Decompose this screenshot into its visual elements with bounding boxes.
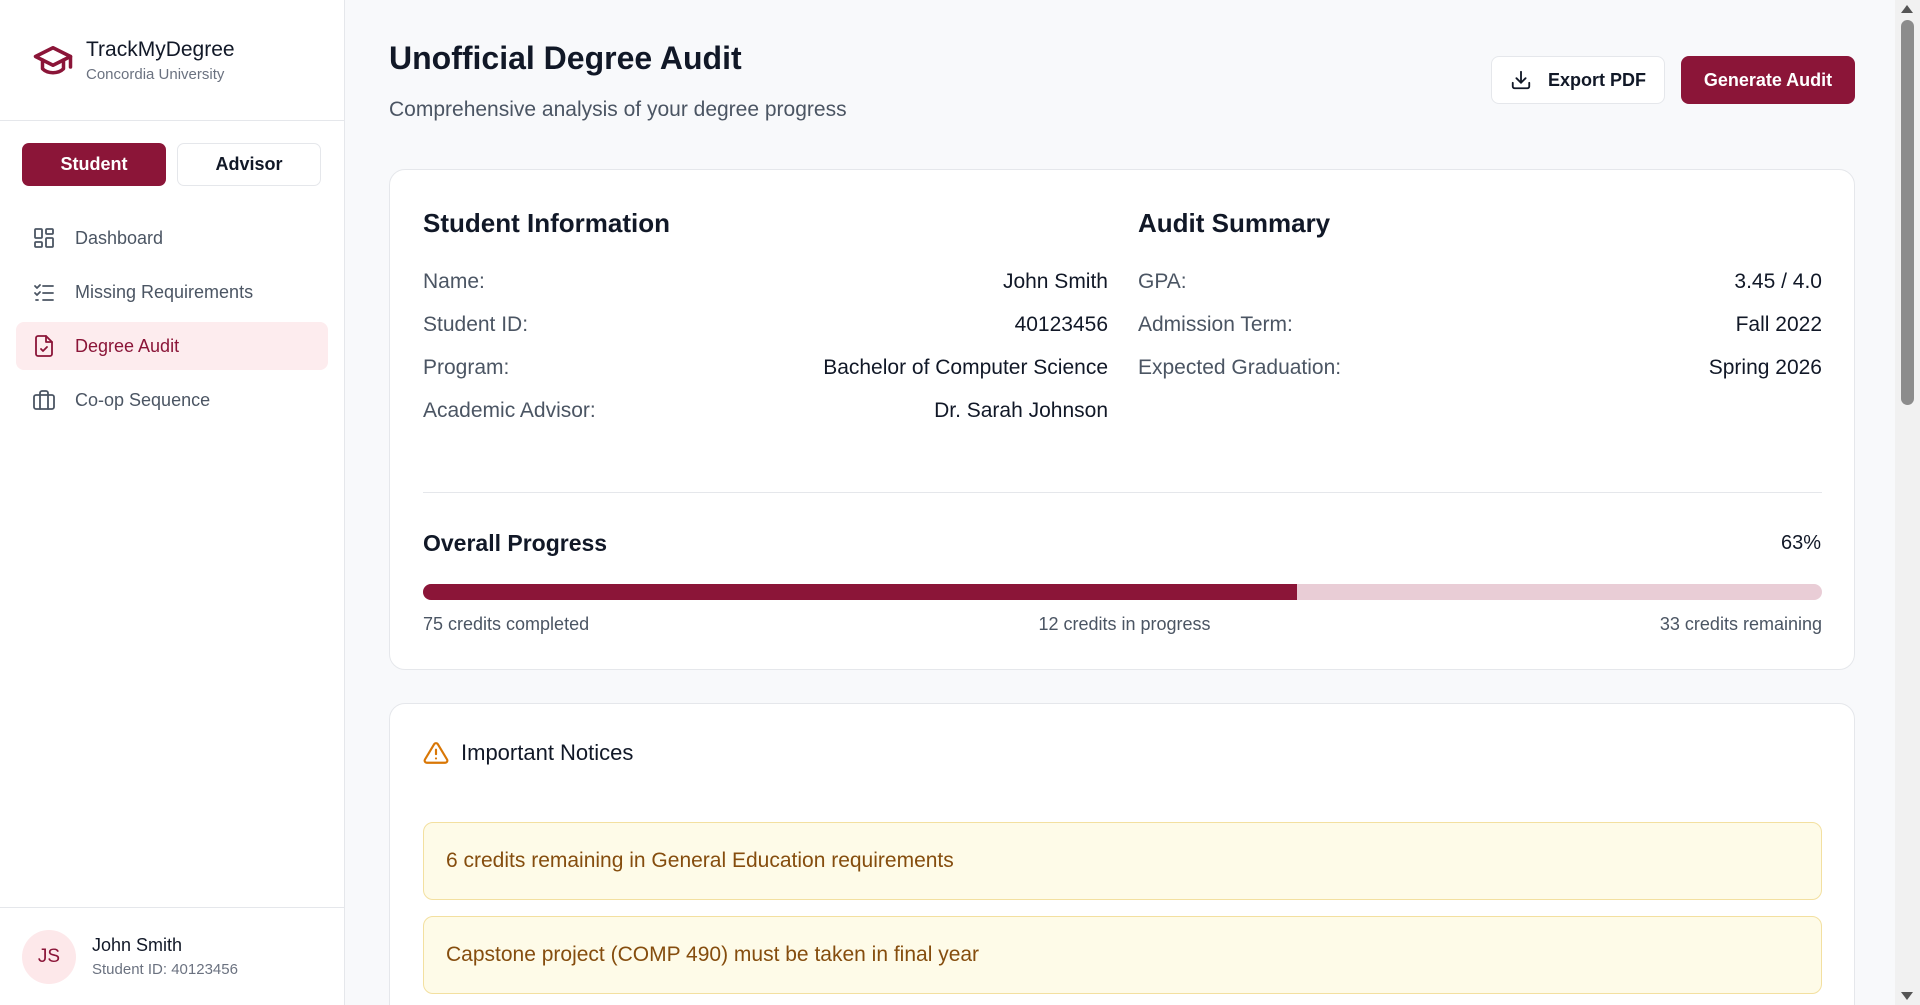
checklist-icon [31,279,57,305]
sidebar-item-label: Missing Requirements [75,281,254,302]
credits-completed: 75 credits completed [423,614,590,634]
info-row-student-id: Student ID: 40123456 [423,310,1108,340]
overall-progress-title: Overall Progress [423,530,608,556]
important-notices-card: Important Notices 6 credits remaining in… [389,703,1855,1005]
warning-icon [423,740,449,766]
sidebar-nav: Dashboard Missing Requirements Degree Au… [0,214,344,424]
info-label: Program: [423,356,510,379]
sidebar-item-label: Co-op Sequence [75,389,211,410]
document-check-icon [31,333,57,359]
notice-item: 6 credits remaining in General Education… [423,822,1822,900]
avatar: JS [22,929,76,984]
progress-bar-fill [423,584,1298,600]
audit-overview-card: Student Information Name: John Smith Stu… [389,169,1855,670]
sidebar-item-label: Degree Audit [75,335,180,356]
scroll-up-arrow-icon[interactable] [1901,5,1913,13]
divider [423,492,1822,493]
notice-item: Capstone project (COMP 490) must be take… [423,916,1822,994]
summary-row-admission-term: Admission Term: Fall 2022 [1138,310,1822,340]
sidebar-item-degree-audit[interactable]: Degree Audit [16,322,328,370]
overall-progress-percent: 63% [1780,532,1821,554]
student-role-button[interactable]: Student [22,143,166,186]
notices-title: Important Notices [461,740,634,765]
info-label: Student ID: [423,313,529,336]
sidebar-item-coop-sequence[interactable]: Co-op Sequence [16,376,328,424]
summary-label: GPA: [1138,270,1187,293]
app-subtitle: Concordia University [86,65,225,83]
notices-header: Important Notices [423,740,633,766]
summary-row-expected-graduation: Expected Graduation: Spring 2026 [1138,353,1822,383]
advisor-role-button[interactable]: Advisor [177,143,321,186]
user-student-id: Student ID: 40123456 [92,961,238,978]
graduation-cap-icon [32,39,74,81]
summary-value: Fall 2022 [1735,313,1822,336]
progress-bar [423,584,1822,600]
app-title: TrackMyDegree [86,37,235,61]
sidebar-item-dashboard[interactable]: Dashboard [16,214,328,262]
page-title: Unofficial Degree Audit [389,40,742,76]
page-scrollbar[interactable] [1895,0,1920,1005]
info-value: Dr. Sarah Johnson [934,399,1108,422]
download-icon [1510,69,1532,91]
info-label: Academic Advisor: [423,399,596,422]
page-subtitle: Comprehensive analysis of your degree pr… [389,98,847,121]
credits-in-progress: 12 credits in progress [1038,614,1211,634]
briefcase-icon [31,387,57,413]
summary-label: Expected Graduation: [1138,356,1342,379]
dashboard-icon [31,225,57,251]
info-row-advisor: Academic Advisor: Dr. Sarah Johnson [423,396,1108,426]
user-profile[interactable]: JS John Smith Student ID: 40123456 [0,907,345,1005]
sidebar-item-label: Dashboard [75,227,164,248]
info-value: Bachelor of Computer Science [823,356,1108,379]
summary-value: 3.45 / 4.0 [1734,270,1822,293]
sidebar: TrackMyDegree Concordia University Stude… [0,0,345,1005]
credits-remaining: 33 credits remaining [1659,614,1822,634]
summary-row-gpa: GPA: 3.45 / 4.0 [1138,267,1822,297]
student-info-title: Student Information [423,208,670,238]
info-row-name: Name: John Smith [423,267,1108,297]
info-row-program: Program: Bachelor of Computer Science [423,353,1108,383]
export-pdf-button[interactable]: Export PDF [1491,56,1665,104]
scroll-down-arrow-icon[interactable] [1901,992,1913,1000]
main-content: Unofficial Degree Audit Comprehensive an… [345,0,1895,1005]
user-name: John Smith [92,935,183,955]
summary-value: Spring 2026 [1708,356,1822,379]
export-pdf-label: Export PDF [1547,69,1646,90]
progress-labels: 75 credits completed 12 credits in progr… [423,614,1822,635]
summary-label: Admission Term: [1138,313,1293,336]
info-label: Name: [423,270,485,293]
role-switch: Student Advisor [0,121,344,186]
generate-audit-button[interactable]: Generate Audit [1681,56,1855,104]
info-value: 40123456 [1014,313,1108,336]
brand-header[interactable]: TrackMyDegree Concordia University [0,0,344,121]
sidebar-item-missing-requirements[interactable]: Missing Requirements [16,268,328,316]
audit-summary-title: Audit Summary [1138,208,1331,238]
scrollbar-thumb[interactable] [1901,20,1914,405]
info-value: John Smith [1002,270,1108,293]
